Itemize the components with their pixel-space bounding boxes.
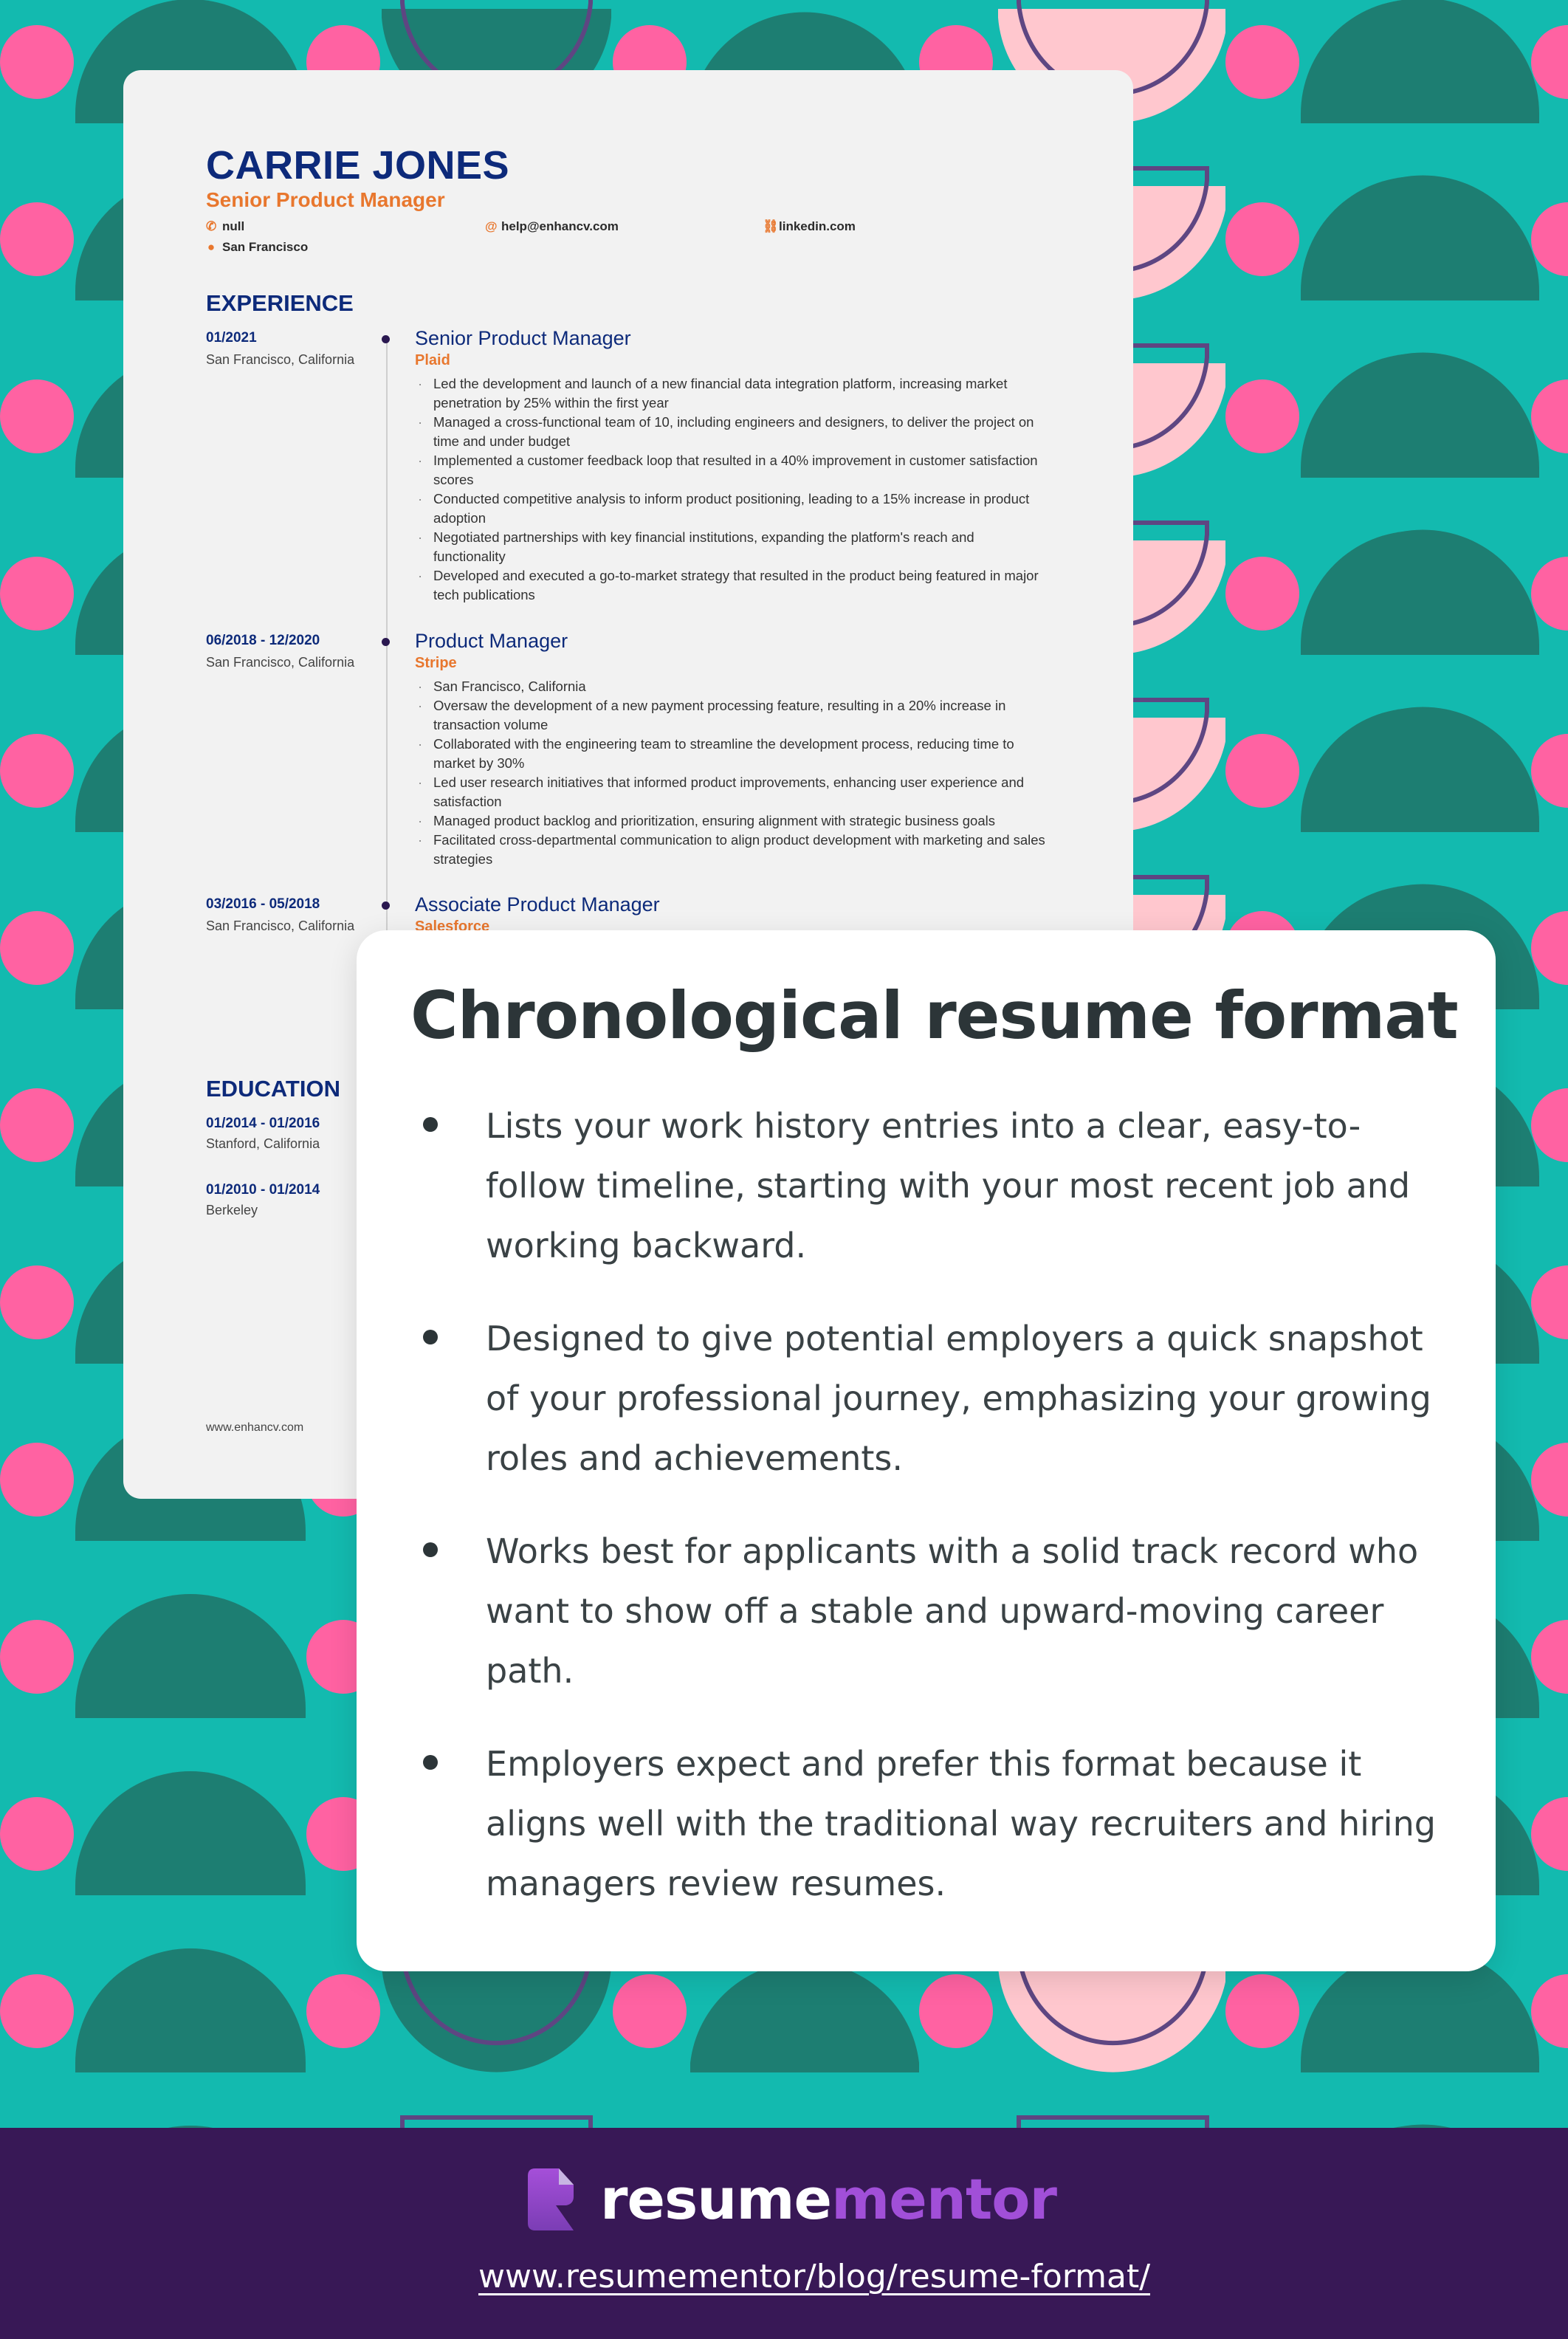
job-bullet: San Francisco, California [415, 677, 1050, 696]
contact-link: ⛓ linkedin.com [763, 219, 856, 234]
job-bullet: Negotiated partnerships with key financi… [415, 528, 1050, 566]
contact-link-text: linkedin.com [779, 219, 856, 233]
job-company: Stripe [415, 655, 457, 671]
job-company: Plaid [415, 352, 450, 368]
contact-location: ● San Francisco [206, 240, 308, 255]
contact-email-text: help@enhancv.com [501, 219, 619, 233]
info-bullet: Lists your work history entries into a c… [423, 1096, 1449, 1276]
job-bullet: Managed product backlog and prioritizati… [415, 811, 1050, 831]
job-bullet: Led user research initiatives that infor… [415, 773, 1050, 811]
timeline-dot [382, 335, 390, 343]
bullet-dot-icon [423, 1330, 438, 1344]
bullet-dot-icon [423, 1542, 438, 1557]
contact-phone-text: null [222, 219, 245, 233]
experience-heading: EXPERIENCE [206, 290, 354, 316]
link-icon: ⛓ [763, 219, 779, 233]
education-location: Berkeley [206, 1203, 258, 1217]
phone-icon: ✆ [206, 219, 217, 233]
info-card: Chronological resume format Lists your w… [357, 930, 1496, 1971]
education-entry: 01/2010 - 01/2014 Berkeley [206, 1182, 320, 1218]
job-role: Product Manager [415, 630, 568, 652]
resumementor-wordmark: resumementor [600, 2171, 1057, 2228]
info-bullet: Works best for applicants with a solid t… [423, 1522, 1449, 1701]
contact-email: @ help@enhancv.com [485, 219, 619, 234]
logo-text-resume: resume [600, 2166, 832, 2232]
job-bullet: Implemented a customer feedback loop tha… [415, 451, 1050, 490]
job-bullet: Facilitated cross-departmental communica… [415, 831, 1050, 869]
info-bullet-list: Lists your work history entries into a c… [423, 1096, 1449, 1947]
job-date: 06/2018 - 12/2020 [206, 633, 320, 648]
info-bullet-text: Designed to give potential employers a q… [486, 1319, 1431, 1478]
job-bullet: Oversaw the development of a new payment… [415, 696, 1050, 735]
contact-location-text: San Francisco [222, 240, 309, 254]
timeline-line [386, 336, 388, 1000]
info-title: Chronological resume format [410, 978, 1459, 1054]
info-bullet: Employers expect and prefer this format … [423, 1734, 1449, 1914]
info-bullet-text: Works best for applicants with a solid t… [486, 1531, 1419, 1691]
bullet-dot-icon [423, 1117, 438, 1132]
blog-url-link[interactable]: www.resumementor/blog/resume-format/ [478, 2258, 1150, 2295]
job-role: Associate Product Manager [415, 893, 660, 916]
location-pin-icon: ● [207, 240, 216, 254]
job-bullets: Led the development and launch of a new … [415, 374, 1050, 605]
job-bullet: Developed and executed a go-to-market st… [415, 566, 1050, 605]
job-location: San Francisco, California [206, 655, 355, 670]
education-date: 01/2010 - 01/2014 [206, 1182, 320, 1198]
logo-text-mentor: mentor [831, 2166, 1057, 2232]
education-date: 01/2014 - 01/2016 [206, 1116, 320, 1131]
info-bullet-text: Employers expect and prefer this format … [486, 1744, 1436, 1903]
bullet-dot-icon [423, 1755, 438, 1770]
footer: resumementor www.resumementor/blog/resum… [0, 2128, 1568, 2339]
resume-name: CARRIE JONES [206, 143, 510, 188]
resume-job-title: Senior Product Manager [206, 188, 445, 211]
job-role: Senior Product Manager [415, 327, 631, 349]
job-bullet: Collaborated with the engineering team t… [415, 735, 1050, 773]
resume-footer-url: www.enhancv.com [206, 1421, 304, 1434]
info-bullet-text: Lists your work history entries into a c… [486, 1106, 1411, 1265]
education-location: Stanford, California [206, 1136, 320, 1151]
job-location: San Francisco, California [206, 352, 355, 367]
timeline-dot [382, 901, 390, 910]
job-bullets: San Francisco, California Oversaw the de… [415, 677, 1050, 869]
at-icon: @ [485, 219, 498, 233]
info-bullet: Designed to give potential employers a q… [423, 1309, 1449, 1488]
job-date: 03/2016 - 05/2018 [206, 896, 320, 912]
job-location: San Francisco, California [206, 918, 355, 933]
job-bullet: Conducted competitive analysis to inform… [415, 490, 1050, 528]
education-entry: 01/2014 - 01/2016 Stanford, California [206, 1116, 320, 1152]
contact-phone: ✆ null [206, 219, 244, 234]
job-date: 01/2021 [206, 330, 257, 346]
job-bullet: Led the development and launch of a new … [415, 374, 1050, 413]
education-heading: EDUCATION [206, 1076, 340, 1102]
job-bullet: Managed a cross-functional team of 10, i… [415, 413, 1050, 451]
timeline-dot [382, 638, 390, 646]
resumementor-logo-icon [528, 2168, 574, 2230]
resumementor-logo[interactable]: resumementor [526, 2167, 1057, 2232]
